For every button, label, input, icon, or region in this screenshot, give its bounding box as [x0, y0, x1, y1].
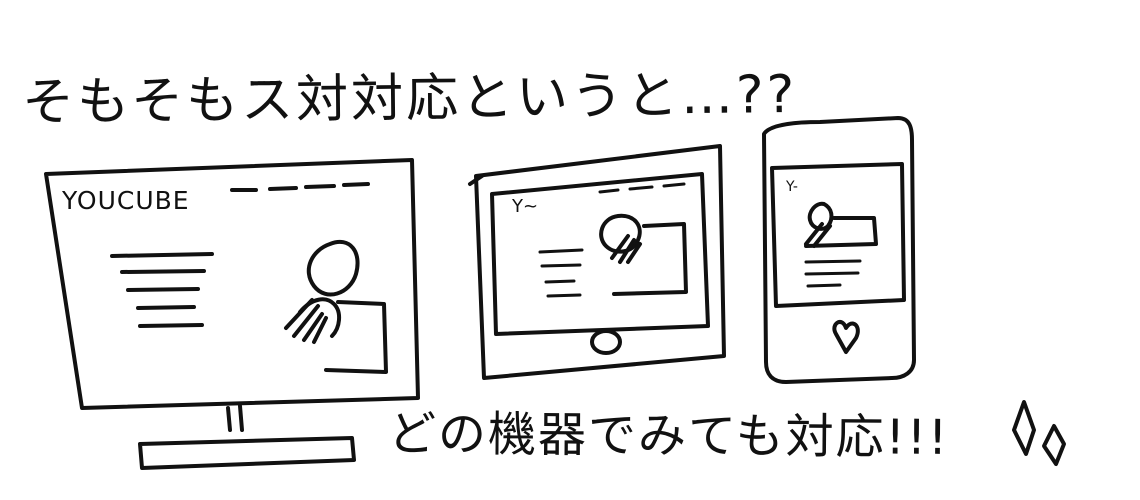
monitor-stand — [138, 436, 356, 470]
monitor-video-box — [324, 300, 388, 374]
phone-home-button — [832, 320, 860, 354]
tablet-video-box — [612, 222, 688, 296]
phone-logo: Y- — [786, 179, 798, 195]
monitor-text-lines — [110, 252, 214, 328]
heading-text: そもそもス対対応というと…?? — [21, 64, 798, 134]
tablet-text-lines — [538, 248, 584, 298]
sparkle-icon — [1012, 400, 1066, 466]
phone-text-lines — [804, 259, 862, 288]
person-icon — [284, 240, 360, 344]
person-icon — [804, 201, 834, 248]
monitor-header-dash — [230, 182, 370, 192]
tablet-home-button — [590, 329, 622, 355]
tablet — [468, 144, 726, 380]
tablet-header-dash — [598, 182, 686, 194]
monitor-neck — [226, 404, 244, 432]
phone — [762, 116, 916, 384]
caption-text: どの機器でみても対応!!! — [387, 406, 950, 466]
person-icon — [599, 213, 642, 264]
drawing-canvas: そもそもス対対応というと…?? YOUCUBE Y~ Y- どの機器でみても対応… — [0, 0, 1140, 500]
tablet-logo: Y~ — [512, 196, 539, 217]
monitor-logo: YOUCUBE — [62, 186, 190, 215]
